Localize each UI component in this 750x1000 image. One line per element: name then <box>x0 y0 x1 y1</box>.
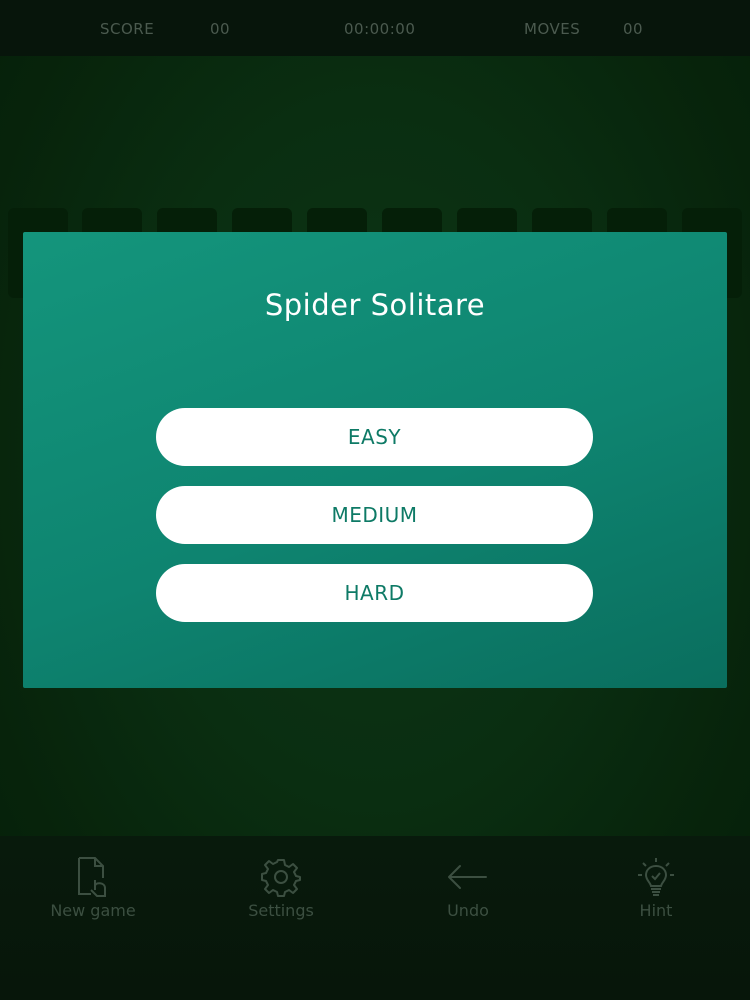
dialog-title: Spider Solitare <box>264 288 486 322</box>
medium-button[interactable]: MEDIUM <box>156 486 593 544</box>
difficulty-dialog: Spider Solitare EASY MEDIUM HARD <box>23 232 727 688</box>
game-table: SCORE 00 00:00:00 MOVES 00 Spider Solita… <box>0 0 750 1000</box>
moves-value: 00 <box>623 20 644 38</box>
new-game-label: New game <box>50 901 136 920</box>
bottom-toolbar: New game Settings Undo Hint <box>0 836 750 1000</box>
hint-label: Hint <box>639 901 673 920</box>
hard-button[interactable]: HARD <box>156 564 593 622</box>
score-label: SCORE <box>100 20 155 38</box>
moves-label: MOVES <box>524 20 581 38</box>
new-game-button[interactable]: New game <box>28 856 158 926</box>
undo-button[interactable]: Undo <box>403 856 533 926</box>
score-value: 00 <box>210 20 231 38</box>
settings-label: Settings <box>248 901 314 920</box>
easy-button[interactable]: EASY <box>156 408 593 466</box>
undo-label: Undo <box>447 901 489 920</box>
score-bar: SCORE 00 00:00:00 MOVES 00 <box>0 0 750 56</box>
new-game-icon <box>78 857 106 897</box>
hint-button[interactable]: Hint <box>591 856 721 926</box>
timer: 00:00:00 <box>344 20 416 38</box>
undo-arrow-icon <box>448 865 487 889</box>
gear-icon <box>261 859 301 897</box>
settings-button[interactable]: Settings <box>216 856 346 926</box>
lightbulb-icon <box>638 858 674 896</box>
